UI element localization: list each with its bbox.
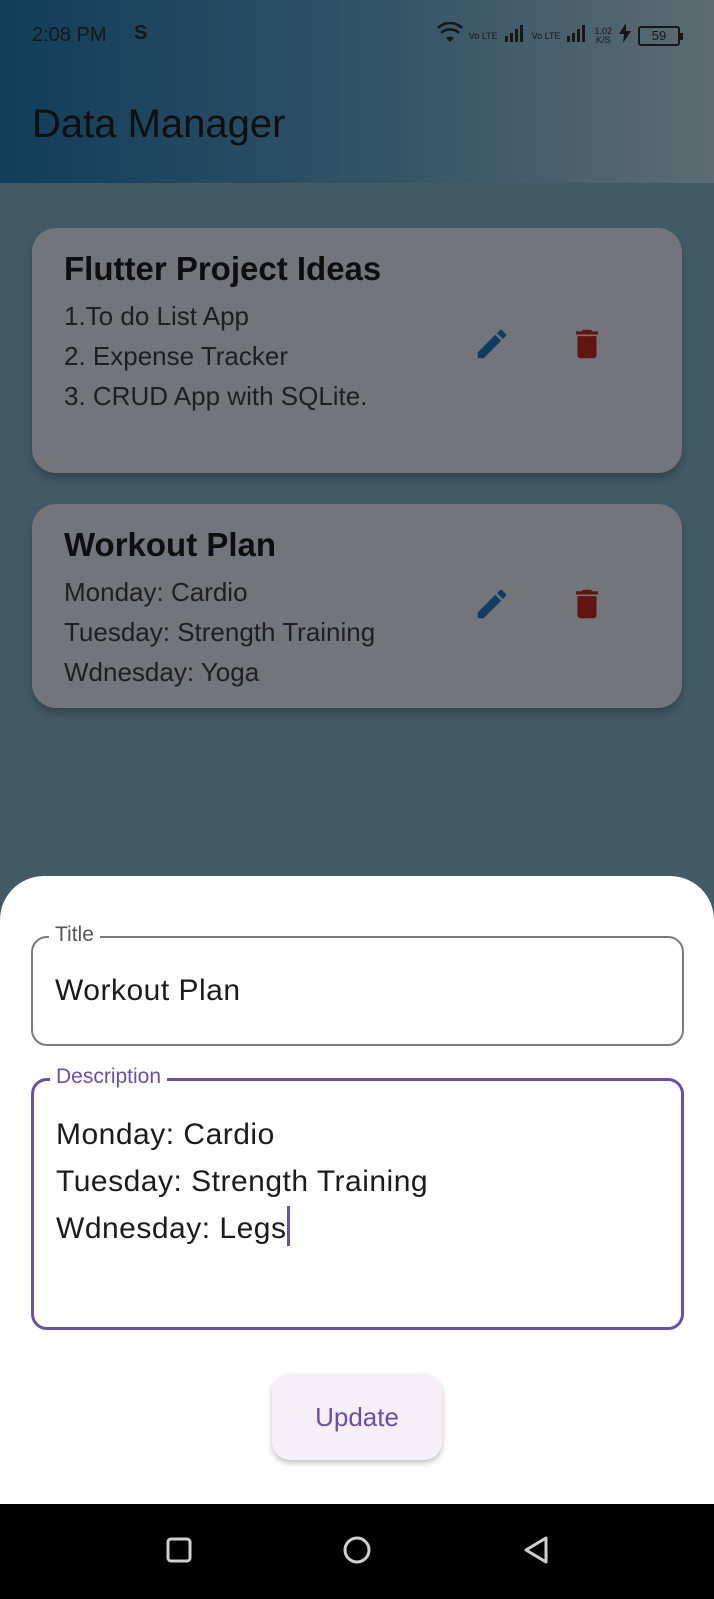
description-line: Monday: Cardio	[56, 1118, 275, 1151]
triangle-back-icon	[522, 1535, 550, 1570]
title-input[interactable]: Workout Plan	[55, 974, 241, 1008]
description-label: Description	[50, 1065, 168, 1089]
description-input[interactable]: Monday: Cardio Tuesday: Strength Trainin…	[56, 1111, 428, 1252]
description-last-line: Wdnesday: Legs	[56, 1205, 428, 1252]
description-field[interactable]: Description Monday: Cardio Tuesday: Stre…	[31, 1065, 684, 1330]
edit-bottom-sheet: Title Workout Plan Description Monday: C…	[0, 876, 714, 1504]
circle-icon	[342, 1535, 372, 1570]
update-button[interactable]: Update	[272, 1374, 442, 1460]
title-label: Title	[49, 923, 100, 947]
nav-home-button[interactable]	[339, 1534, 375, 1570]
square-icon	[166, 1537, 192, 1568]
description-line: Tuesday: Strength Training	[56, 1165, 429, 1198]
nav-back-button[interactable]	[518, 1534, 554, 1570]
nav-recent-button[interactable]	[161, 1534, 197, 1570]
description-line: Wdnesday: Legs	[56, 1212, 287, 1245]
text-cursor	[287, 1206, 291, 1246]
title-field[interactable]: Title Workout Plan	[31, 923, 684, 1046]
system-nav-bar	[0, 1504, 714, 1599]
